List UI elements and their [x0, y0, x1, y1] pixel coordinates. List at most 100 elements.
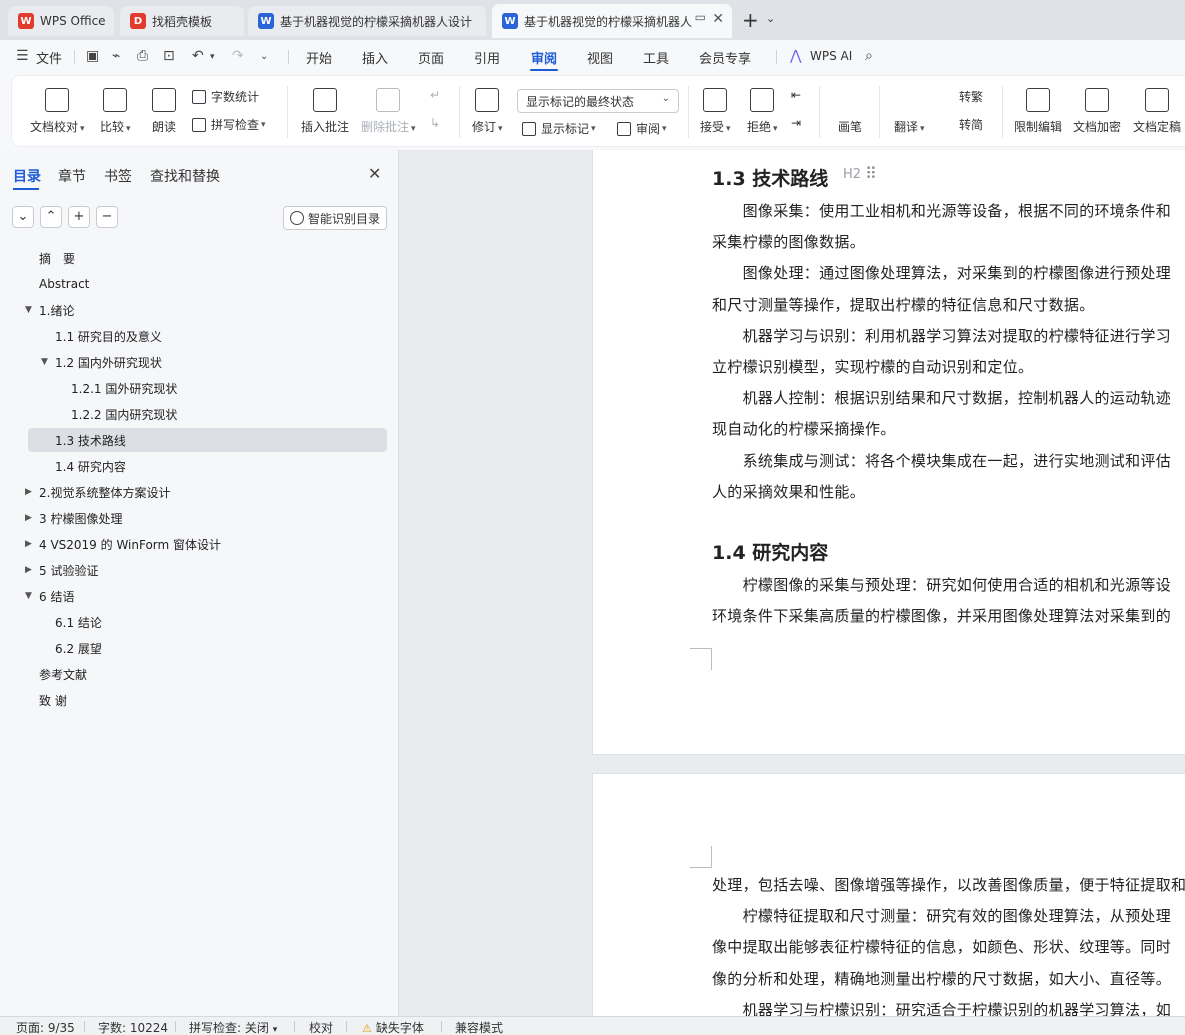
- smart-toc-button[interactable]: 智能识别目录: [283, 206, 387, 230]
- chevron-down-icon[interactable]: ⌄: [766, 12, 775, 25]
- hamburger-icon[interactable]: ☰: [16, 48, 29, 64]
- paragraph-line[interactable]: 和尺寸测量等操作，提取出柠檬的特征信息和尺寸数据。: [712, 294, 1095, 315]
- menu-tools[interactable]: 工具: [643, 48, 669, 67]
- expanded-arrow-icon[interactable]: ▼: [25, 305, 32, 315]
- prev-comment-icon[interactable]: ↵: [430, 88, 440, 102]
- toc-item[interactable]: 1.2.2 国内研究现状: [28, 402, 387, 426]
- paragraph-line[interactable]: 柠檬特征提取和尺寸测量：研究有效的图像处理算法，从预处理: [712, 905, 1171, 926]
- collapsed-arrow-icon[interactable]: ▶: [25, 513, 32, 523]
- toc-item[interactable]: ▼ 1.2 国内外研究现状: [28, 350, 387, 374]
- paragraph-line[interactable]: 图像处理：通过图像处理算法，对采集到的柠檬图像进行预处理: [712, 262, 1171, 283]
- accept-button[interactable]: 接受 ▾: [700, 88, 731, 135]
- tab-wps-office[interactable]: W WPS Office: [8, 6, 114, 36]
- tab-chapters[interactable]: 章节: [58, 166, 86, 186]
- word-count-status[interactable]: 字数: 10224: [98, 1019, 168, 1035]
- menu-review[interactable]: 审阅: [531, 48, 557, 67]
- paragraph-line[interactable]: 机器学习与识别：利用机器学习算法对提取的柠檬特征进行学习: [712, 325, 1171, 346]
- menu-references[interactable]: 引用: [474, 48, 500, 67]
- monitor-icon[interactable]: ▭: [695, 10, 706, 24]
- word-count-button[interactable]: 字数统计: [192, 88, 259, 105]
- drag-handle-icon[interactable]: ⠿: [865, 164, 877, 183]
- translate-button[interactable]: 翻译 ▾: [894, 88, 925, 135]
- collapsed-arrow-icon[interactable]: ▶: [25, 487, 32, 497]
- heading-1-4[interactable]: 1.4 研究内容: [712, 538, 828, 565]
- toc-item[interactable]: ▼ 1.绪论: [25, 298, 387, 322]
- insert-comment-button[interactable]: 插入批注: [301, 88, 349, 135]
- compat-mode-status[interactable]: 兼容模式: [455, 1019, 503, 1035]
- menu-start[interactable]: 开始: [306, 48, 332, 67]
- toc-item[interactable]: 1.4 研究内容: [28, 454, 387, 478]
- compare-button[interactable]: 比较 ▾: [100, 88, 131, 135]
- print-icon[interactable]: ⎙: [137, 48, 148, 64]
- toc-item[interactable]: ▶ 5 试验验证: [25, 558, 387, 582]
- to-simplified-button[interactable]: 转简: [940, 116, 983, 133]
- toc-item[interactable]: 摘 要: [28, 246, 387, 270]
- expanded-arrow-icon[interactable]: ▼: [25, 591, 32, 601]
- next-comment-icon[interactable]: ↳: [430, 116, 440, 130]
- toc-item[interactable]: 6.1 结论: [28, 610, 387, 634]
- paragraph-line[interactable]: 柠檬图像的采集与预处理：研究如何使用合适的相机和光源等设: [712, 574, 1171, 595]
- paragraph-line[interactable]: 机器学习与柠檬识别：研究适合于柠檬识别的机器学习算法，如: [712, 999, 1171, 1016]
- doc-check-button[interactable]: 文档校对 ▾: [30, 88, 85, 135]
- paragraph-line[interactable]: 现自动化的柠檬采摘操作。: [712, 418, 896, 439]
- save-icon[interactable]: ▣: [86, 48, 99, 64]
- tab-document-1[interactable]: W 基于机器视觉的柠檬采摘机器人设计: [248, 6, 486, 36]
- paragraph-line[interactable]: 像的分析和处理，精确地测量出柠檬的尺寸数据，如大小、直径等。: [712, 968, 1171, 989]
- page-indicator[interactable]: 页面: 9/35: [16, 1019, 75, 1035]
- paragraph-line[interactable]: 环境条件下采集高质量的柠檬图像，并采用图像处理算法对采集到的: [712, 605, 1171, 626]
- tab-find-replace[interactable]: 查找和替换: [150, 166, 220, 186]
- paragraph-line[interactable]: 立柠檬识别模型，实现柠檬的自动识别和定位。: [712, 356, 1033, 377]
- toc-item[interactable]: 1.1 研究目的及意义: [28, 324, 387, 348]
- paragraph-line[interactable]: 机器人控制：根据识别结果和尺寸数据，控制机器人的运动轨迹: [712, 387, 1171, 408]
- reject-button[interactable]: 拒绝 ▾: [747, 88, 778, 135]
- menu-insert[interactable]: 插入: [362, 48, 388, 67]
- missing-font-status[interactable]: ⚠ 缺失字体: [362, 1019, 424, 1035]
- to-traditional-button[interactable]: 转繁: [940, 88, 983, 105]
- toc-item[interactable]: 1.2.1 国外研究现状: [28, 376, 387, 400]
- menu-file[interactable]: 文件: [36, 48, 62, 67]
- menu-member[interactable]: 会员专享: [699, 48, 751, 67]
- toc-item[interactable]: ▼ 6 结语: [25, 584, 387, 608]
- proof-status[interactable]: 校对: [309, 1019, 333, 1035]
- toc-item[interactable]: ▶ 2.视觉系统整体方案设计: [25, 480, 387, 504]
- toc-item[interactable]: ▶ 3 柠檬图像处理: [25, 506, 387, 530]
- toc-item[interactable]: 致 谢: [28, 688, 387, 712]
- show-markup-button[interactable]: 显示标记 ▾: [522, 120, 596, 137]
- read-aloud-button[interactable]: 朗读: [152, 88, 176, 135]
- collapse-all-button[interactable]: ⌃: [40, 206, 62, 228]
- expand-all-button[interactable]: ⌄: [12, 206, 34, 228]
- paragraph-line[interactable]: 处理，包括去噪、图像增强等操作，以改善图像质量，便于特征提取和: [712, 874, 1185, 895]
- remove-heading-button[interactable]: −: [96, 206, 118, 228]
- redo-icon[interactable]: ↷: [232, 48, 244, 64]
- paragraph-line[interactable]: 系统集成与测试：将各个模块集成在一起，进行实地测试和评估: [712, 450, 1171, 471]
- toc-item[interactable]: 1.3 技术路线: [28, 428, 387, 452]
- toc-item[interactable]: 6.2 展望: [28, 636, 387, 660]
- share-icon[interactable]: ⌁: [112, 48, 120, 64]
- toc-item[interactable]: 参考文献: [28, 662, 387, 686]
- print-preview-icon[interactable]: ⊡: [163, 48, 175, 64]
- prev-change-icon[interactable]: ⇤: [791, 88, 801, 102]
- menu-page[interactable]: 页面: [418, 48, 444, 67]
- next-change-icon[interactable]: ⇥: [791, 116, 801, 130]
- revise-button[interactable]: 修订 ▾: [472, 88, 503, 135]
- undo-icon[interactable]: ↶: [192, 48, 204, 64]
- restrict-edit-button[interactable]: 限制编辑: [1014, 88, 1062, 135]
- tab-toc[interactable]: 目录: [13, 166, 41, 186]
- paragraph-line[interactable]: 人的采摘效果和性能。: [712, 481, 865, 502]
- toc-item[interactable]: Abstract: [28, 272, 387, 296]
- search-icon[interactable]: ⌕: [865, 48, 873, 64]
- delete-comment-button[interactable]: 删除批注 ▾: [361, 88, 416, 135]
- wps-ai-icon[interactable]: ⋀: [790, 48, 801, 64]
- close-pane-icon[interactable]: ✕: [368, 164, 381, 183]
- spell-check-status[interactable]: 拼写检查: 关闭 ▾: [189, 1019, 277, 1035]
- spell-check-button[interactable]: 拼写检查 ▾: [192, 116, 266, 133]
- paragraph-line[interactable]: 像中提取出能够表征柠檬特征的信息，如颜色、形状、纹理等。同时: [712, 936, 1171, 957]
- encrypt-button[interactable]: 文档加密: [1073, 88, 1121, 135]
- collapsed-arrow-icon[interactable]: ▶: [25, 565, 32, 575]
- close-tab-icon[interactable]: ✕: [712, 11, 724, 27]
- tab-bookmarks[interactable]: 书签: [104, 166, 132, 186]
- menu-view[interactable]: 视图: [587, 48, 613, 67]
- collapsed-arrow-icon[interactable]: ▶: [25, 539, 32, 549]
- chevron-down-icon[interactable]: ▾: [210, 52, 215, 62]
- review-pane-button[interactable]: 审阅 ▾: [617, 120, 667, 137]
